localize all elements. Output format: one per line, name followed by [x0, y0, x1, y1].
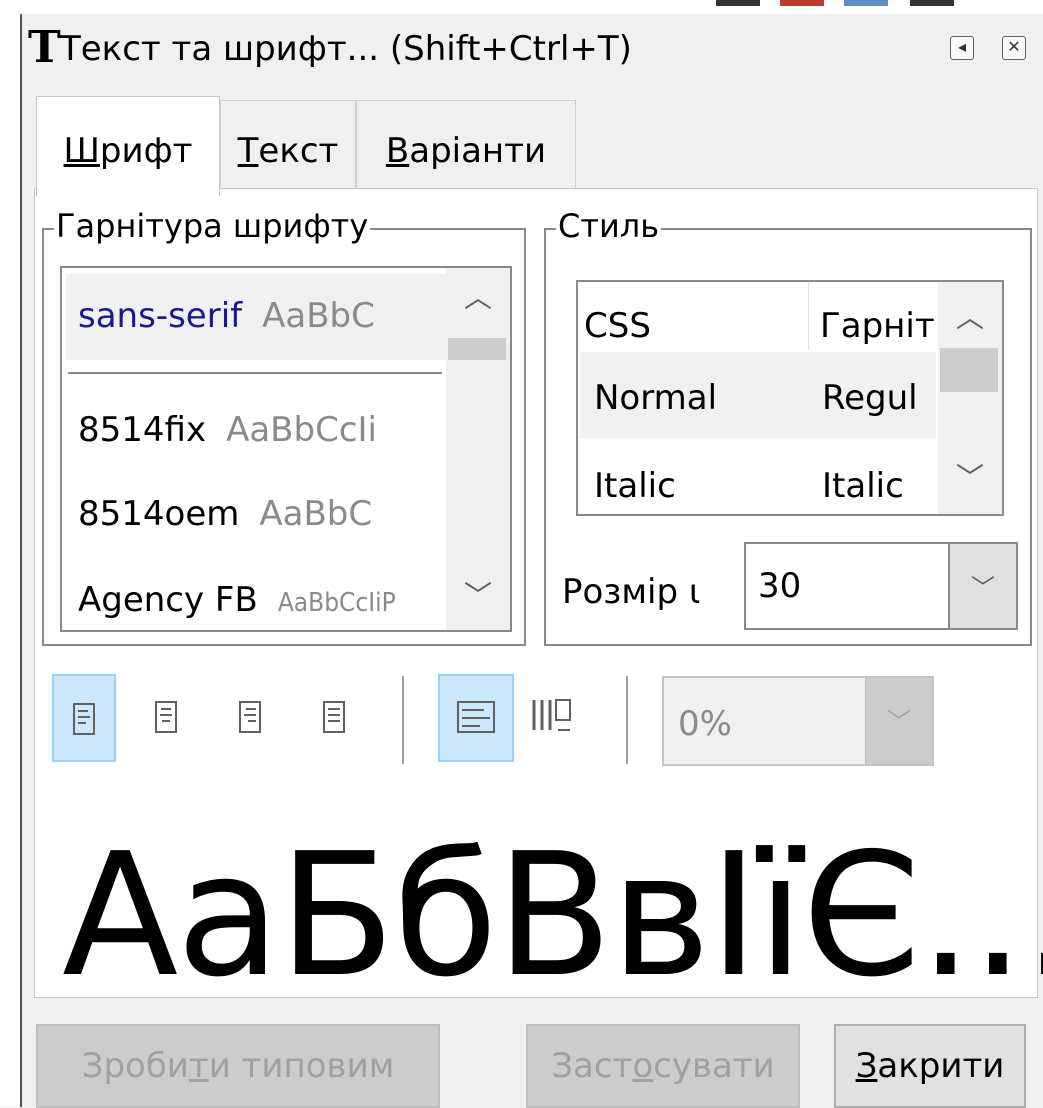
font-preview-sample: АаБбВвІїЄ...	[62, 817, 1043, 1015]
list-separator	[68, 372, 442, 374]
tab-label: Ш	[63, 131, 100, 171]
chevron-down-icon[interactable]: ﹀	[948, 544, 1016, 628]
vertical-text-icon	[532, 699, 571, 731]
font-name: 8514fix	[78, 410, 207, 450]
horizontal-text-icon	[457, 701, 495, 733]
column-header-css[interactable]: CSS	[584, 304, 651, 348]
font-preview: AaBbC	[259, 494, 373, 534]
style-list-scrollbar[interactable]: ︿ ﹀	[938, 282, 1002, 514]
bg-tool-icon	[844, 0, 888, 6]
font-row[interactable]: 8514oem AaBbC	[78, 492, 372, 536]
font-row-selected-label: sans-serif AaBbC	[78, 294, 375, 338]
button-label: Зроби	[81, 1046, 189, 1086]
apply-button[interactable]: Застосувати	[526, 1024, 800, 1108]
font-preview: AaBbCcIi	[226, 410, 377, 450]
button-label: акрити	[877, 1046, 1005, 1086]
align-justify-button[interactable]	[304, 674, 368, 762]
vertical-text-button[interactable]	[518, 674, 582, 762]
toolbar-separator	[402, 676, 404, 764]
button-label: Заст	[551, 1046, 633, 1086]
align-center-icon	[155, 701, 177, 733]
button-label: сувати	[653, 1046, 775, 1086]
button-label: З	[855, 1046, 878, 1086]
style-css-value: Normal	[594, 378, 718, 418]
set-default-button[interactable]: Зробити типовим	[36, 1024, 440, 1108]
font-preview: AaBbCcIiP	[277, 588, 396, 618]
tab-label: Т	[237, 131, 259, 171]
dialog-title: Текст та шрифт... (Shift+Ctrl+T)	[60, 29, 632, 69]
collapse-icon[interactable]: ◂	[950, 36, 974, 60]
background-app-strip	[0, 0, 1043, 14]
tab-font[interactable]: Шрифт	[36, 96, 220, 196]
column-divider	[808, 282, 809, 350]
bg-tool-icon	[910, 0, 954, 6]
align-justify-icon	[323, 701, 345, 733]
scroll-thumb[interactable]	[940, 348, 998, 392]
scroll-up-icon[interactable]: ︿	[446, 278, 510, 318]
toolbar-separator	[626, 676, 628, 764]
font-family-list[interactable]: sans-serif AaBbC 8514fix AaBbCcIi 8514oem A…	[60, 266, 512, 632]
scroll-down-icon[interactable]: ﹀	[938, 458, 1002, 498]
horizontal-text-button[interactable]	[438, 674, 514, 762]
spacing-value: 0%	[678, 704, 732, 744]
tab-label-rest: аріанти	[409, 131, 547, 171]
align-right-icon	[239, 701, 261, 733]
tab-label: В	[385, 131, 410, 171]
bg-tool-icon	[716, 0, 760, 6]
font-row[interactable]: Agency FB AaBbCcIiP	[78, 578, 396, 625]
chevron-down-icon[interactable]: ﹀	[865, 678, 932, 764]
font-size-label: Розмір ι	[562, 572, 701, 612]
style-face-value: Regul	[822, 378, 918, 418]
font-family-legend: Гарнітура шрифту	[54, 206, 371, 246]
font-size-value[interactable]: 30	[758, 564, 801, 608]
style-legend: Стиль	[556, 206, 662, 246]
scroll-thumb[interactable]	[448, 338, 506, 360]
scroll-down-icon[interactable]: ﹀	[446, 576, 510, 616]
font-row[interactable]: 8514fix AaBbCcIi	[78, 408, 377, 452]
tab-label-rest: рифт	[99, 131, 193, 171]
style-list[interactable]: CSS Гарніт Normal Regul Italic Italic ︿ …	[576, 280, 1004, 516]
window-left-edge	[0, 14, 22, 1107]
font-name: sans-serif	[78, 296, 243, 336]
button-label: т	[188, 1046, 209, 1086]
font-preview: AaBbC	[262, 296, 375, 336]
align-left-button[interactable]	[52, 674, 116, 762]
font-name: Agency FB	[78, 580, 258, 620]
button-label: и типовим	[208, 1046, 395, 1086]
bg-tool-icon	[780, 0, 824, 6]
column-header-face[interactable]: Гарніт	[820, 304, 940, 348]
font-list-scrollbar[interactable]: ︿ ﹀	[446, 268, 510, 630]
style-css-value[interactable]: Italic	[594, 464, 676, 508]
scroll-up-icon[interactable]: ︿	[938, 298, 1002, 338]
close-icon[interactable]: ✕	[1002, 36, 1026, 60]
font-name: 8514oem	[78, 494, 240, 534]
button-label: о	[632, 1046, 654, 1086]
tab-text[interactable]: Текст	[220, 100, 356, 188]
font-size-combo[interactable]: 30 ﹀	[744, 542, 1018, 630]
text-tool-icon: T	[28, 22, 61, 73]
tab-label-rest: екст	[258, 131, 339, 171]
spacing-combo[interactable]: 0% ﹀	[662, 676, 934, 766]
tab-variants[interactable]: Варіанти	[356, 100, 576, 188]
close-button[interactable]: Закрити	[834, 1024, 1026, 1108]
align-center-button[interactable]	[136, 674, 200, 762]
align-right-button[interactable]	[220, 674, 284, 762]
style-face-value[interactable]: Italic	[822, 464, 904, 508]
align-left-icon	[73, 703, 95, 735]
